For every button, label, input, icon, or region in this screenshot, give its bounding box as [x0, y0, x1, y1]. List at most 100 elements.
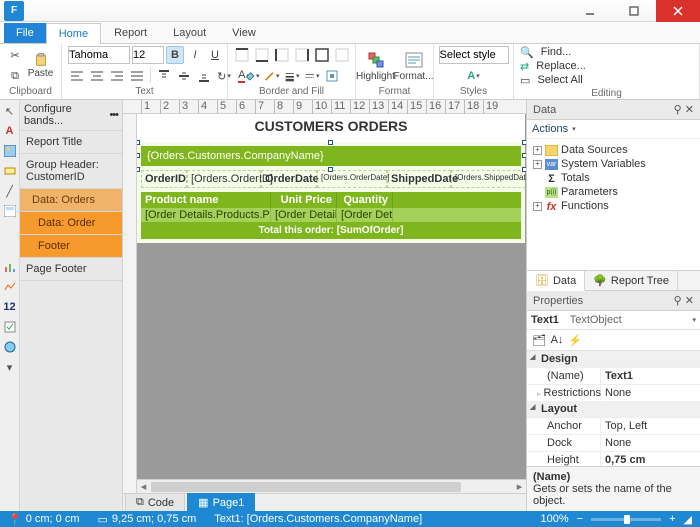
border-bottom-button[interactable]: [253, 46, 271, 64]
minimize-button[interactable]: [568, 0, 612, 22]
col-orderid[interactable]: OrderID: [141, 170, 187, 188]
actions-dropdown[interactable]: Actions▾: [527, 120, 700, 139]
tree-system-vars[interactable]: +varSystem Variables: [529, 157, 698, 171]
map-tool[interactable]: [3, 340, 17, 354]
more-tool[interactable]: ▾: [3, 360, 17, 374]
align-center-button[interactable]: [88, 67, 106, 85]
band-data-orders[interactable]: Data: Orders: [20, 189, 122, 212]
band-group-header[interactable]: Group Header: CustomerID: [20, 154, 122, 189]
tab-data[interactable]: 🗄Data: [527, 271, 585, 291]
cat-layout[interactable]: Layout: [527, 401, 700, 417]
maximize-button[interactable]: [612, 0, 656, 22]
align-justify-button[interactable]: [128, 67, 146, 85]
tab-report-tree[interactable]: 🌳Report Tree: [585, 271, 678, 290]
zoom-in-button[interactable]: +: [669, 513, 675, 525]
font-family-select[interactable]: [68, 46, 130, 64]
find-button[interactable]: 🔍 Find...: [520, 46, 571, 59]
band-data-order[interactable]: Data: Order: [20, 212, 122, 235]
expr-shipped[interactable]: [Orders.ShippedDate]: [451, 170, 526, 188]
tab-file[interactable]: File: [4, 23, 46, 43]
border-top-button[interactable]: [233, 46, 251, 64]
border-none-button[interactable]: [333, 46, 351, 64]
copy-button[interactable]: ⧉: [6, 67, 24, 85]
tab-layout[interactable]: Layout: [160, 22, 219, 43]
text-tool[interactable]: A: [3, 124, 17, 138]
zoom-slider[interactable]: [591, 518, 661, 521]
italic-button[interactable]: I: [186, 46, 204, 64]
object-selector[interactable]: Text1 TextObject ▾: [527, 311, 700, 330]
border-right-button[interactable]: [293, 46, 311, 64]
property-grid[interactable]: Design (Name)Text1 RestrictionsNone Layo…: [527, 351, 700, 466]
company-name-field[interactable]: {Orders.Customers.CompanyName}: [141, 146, 521, 166]
prop-categorized-button[interactable]: 🗂: [531, 332, 547, 348]
tree-functions[interactable]: +fxFunctions: [529, 199, 698, 213]
valign-bottom-button[interactable]: [195, 67, 213, 85]
subexpr-product[interactable]: [Order Details.Products.ProductName]: [141, 208, 271, 222]
chart-tool[interactable]: [3, 260, 17, 274]
panel-pin-icon-2[interactable]: ⚲ ✕: [674, 294, 694, 307]
valign-middle-button[interactable]: [175, 67, 193, 85]
line-width-button[interactable]: [283, 67, 301, 85]
tab-home[interactable]: Home: [46, 23, 101, 44]
tree-parameters[interactable]: p(i)Parameters: [529, 185, 698, 199]
subreport-tool[interactable]: [3, 204, 17, 218]
align-right-button[interactable]: [108, 67, 126, 85]
subexpr-qty[interactable]: [Order Details.Quantity]: [337, 208, 393, 222]
fill-color-button[interactable]: [243, 67, 261, 85]
checkbox-tool[interactable]: [3, 320, 17, 334]
expr-orderid[interactable]: [Orders.OrderID]: [187, 170, 261, 188]
shape-tool[interactable]: [3, 164, 17, 178]
band-footer[interactable]: Footer: [20, 235, 122, 258]
expr-orderdate[interactable]: [Orders.OrderDate]: [317, 170, 387, 188]
band-report-title[interactable]: Report Title: [20, 131, 122, 154]
picture-tool[interactable]: [3, 144, 17, 158]
configure-bands-button[interactable]: Configure bands...•••: [20, 100, 122, 131]
line-color-button[interactable]: [263, 67, 281, 85]
format-button[interactable]: Format...: [397, 48, 431, 84]
style-select[interactable]: [439, 46, 509, 64]
replace-button[interactable]: ⇄ Replace...: [520, 60, 586, 73]
paste-button[interactable]: Paste: [26, 48, 55, 84]
col-shipped[interactable]: ShippedDate: [387, 170, 451, 188]
close-button[interactable]: [656, 0, 700, 22]
report-page[interactable]: CUSTOMERS ORDERS {Orders.Customers.Compa…: [137, 114, 525, 243]
tree-totals[interactable]: ΣTotals: [529, 171, 698, 185]
report-title-text[interactable]: CUSTOMERS ORDERS: [137, 114, 525, 142]
total-row[interactable]: Total this order: [SumOfOrder]: [141, 222, 521, 239]
tab-view[interactable]: View: [219, 22, 269, 43]
panel-pin-icon[interactable]: ⚲ ✕: [674, 103, 694, 116]
zoom-out-button[interactable]: −: [577, 513, 583, 525]
band-page-footer[interactable]: Page Footer: [20, 258, 122, 281]
border-props-button[interactable]: [323, 67, 341, 85]
prop-filter-button[interactable]: ⚡: [567, 332, 583, 348]
line-tool[interactable]: ╱: [3, 184, 17, 198]
border-left-button[interactable]: [273, 46, 291, 64]
cat-design[interactable]: Design: [527, 351, 700, 367]
subcol-unitprice[interactable]: Unit Price: [271, 192, 337, 208]
valign-top-button[interactable]: [155, 67, 173, 85]
col-orderdate[interactable]: OrderDate: [261, 170, 317, 188]
canvas-hscroll[interactable]: ◂▸: [137, 479, 526, 493]
tab-page1[interactable]: ▦Page1: [187, 493, 255, 511]
resize-grip-icon[interactable]: ◢: [684, 513, 692, 526]
prop-alpha-button[interactable]: A↓: [549, 332, 565, 348]
barcode-tool[interactable]: 12: [3, 300, 17, 314]
selectall-button[interactable]: ▭ Select All: [520, 74, 583, 87]
tab-code[interactable]: ⧉Code: [125, 493, 185, 511]
subexpr-unitprice[interactable]: [Order Details.UnitPrice]: [271, 208, 337, 222]
subcol-qty[interactable]: Quantity: [337, 192, 393, 208]
highlight-button[interactable]: Highlight: [359, 48, 393, 84]
font-size-select[interactable]: [132, 46, 164, 64]
line-style-button[interactable]: [303, 67, 321, 85]
ruler-vertical[interactable]: [123, 114, 137, 493]
tab-report[interactable]: Report: [101, 22, 160, 43]
border-all-button[interactable]: [313, 46, 331, 64]
styles-designer-button[interactable]: A: [460, 67, 488, 85]
underline-button[interactable]: U: [206, 46, 224, 64]
ruler-horizontal[interactable]: 12345678910111213141516171819: [123, 100, 526, 114]
cut-button[interactable]: ✂: [6, 46, 24, 64]
bold-button[interactable]: B: [166, 46, 184, 64]
sparkline-tool[interactable]: [3, 280, 17, 294]
tree-data-sources[interactable]: +Data Sources: [529, 143, 698, 157]
pointer-tool[interactable]: ↖: [3, 104, 17, 118]
